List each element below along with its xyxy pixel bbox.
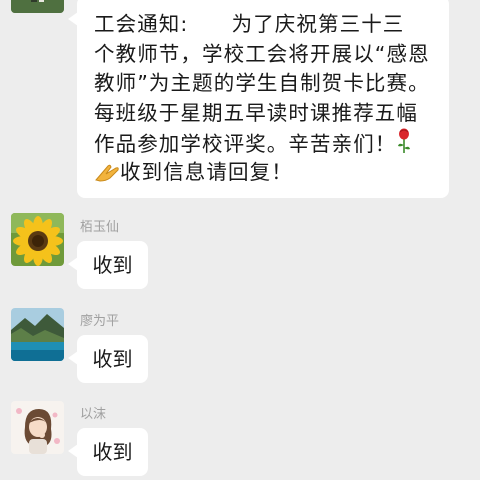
avatar-sender-2[interactable] bbox=[11, 213, 64, 266]
notice-line-5: 作品参加学校评奖。辛苦亲们！ bbox=[94, 132, 397, 156]
person-outdoor-photo-icon bbox=[11, 0, 64, 13]
notice-line-5-wrap: 作品参加学校评奖。辛苦亲们！ bbox=[94, 128, 435, 158]
notice-line-6-wrap: 收到信息请回复！ bbox=[94, 158, 435, 188]
message-bubble-notice[interactable]: 工会通知: 为了庆祝第三十三 个教师节，学校工会将开展以“感恩 教师”为主题的学… bbox=[68, 0, 449, 198]
notice-line-4: 每班级于星期五早读时课推荐五幅 bbox=[94, 100, 418, 125]
cartoon-girl-avatar-icon bbox=[11, 401, 64, 454]
notice-line-1: 工会通知: 为了庆祝第三十三 bbox=[94, 12, 405, 36]
rose-emoji-icon bbox=[396, 128, 412, 163]
folded-hands-emoji-icon bbox=[94, 160, 120, 191]
notice-line-3: 教师”为主题的学生自制贺卡比赛。 bbox=[94, 71, 430, 95]
message-bubble-reply[interactable]: 收到 bbox=[68, 335, 148, 383]
avatar-sender-1[interactable] bbox=[11, 0, 64, 13]
message-bubble-reply[interactable]: 收到 bbox=[68, 428, 148, 476]
avatar-sender-4[interactable] bbox=[11, 401, 64, 454]
sunflower-avatar-icon bbox=[11, 213, 64, 266]
sender-name: 廖为平 bbox=[80, 314, 120, 329]
avatar-sender-3[interactable] bbox=[11, 308, 64, 361]
notice-line-2: 个教师节，学校工会将开展以“感恩 bbox=[94, 41, 430, 66]
lake-landscape-avatar-icon bbox=[11, 308, 64, 361]
sender-name: 栢玉仙 bbox=[80, 220, 120, 235]
sender-name: 以沫 bbox=[80, 407, 107, 422]
message-bubble-reply[interactable]: 收到 bbox=[68, 241, 148, 289]
notice-line-6: 收到信息请回复！ bbox=[120, 159, 293, 184]
